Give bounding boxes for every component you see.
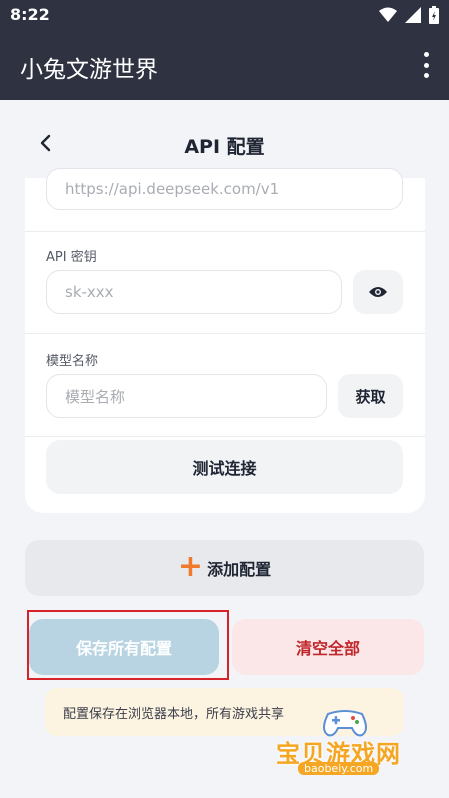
battery-icon bbox=[429, 6, 439, 24]
divider bbox=[25, 333, 425, 334]
watermark: 宝贝游戏网 baobeiy.com bbox=[272, 708, 422, 790]
page-header: API 配置 bbox=[0, 100, 449, 178]
api-key-input[interactable]: sk-xxx bbox=[46, 270, 342, 314]
model-label: 模型名称 bbox=[46, 354, 99, 369]
save-label: 保存所有配置 bbox=[75, 639, 172, 658]
eye-icon bbox=[369, 287, 387, 297]
base-url-input[interactable]: https://api.deepseek.com/v1 bbox=[46, 168, 403, 210]
test-label: 测试连接 bbox=[192, 459, 257, 478]
signal-icon bbox=[405, 7, 421, 23]
status-time: 8:22 bbox=[10, 5, 50, 24]
notice-text: 配置保存在浏览器本地，所有游戏共享 bbox=[63, 706, 285, 722]
app-bar: 小兔文游世界 bbox=[0, 30, 449, 100]
add-label: 添加配置 bbox=[207, 560, 272, 579]
page-title: API 配置 bbox=[184, 136, 265, 158]
api-key-label: API 密钥 bbox=[46, 250, 97, 265]
test-connection-button[interactable]: 测试连接 bbox=[46, 440, 403, 494]
wifi-icon bbox=[379, 7, 397, 22]
more-options-icon[interactable] bbox=[421, 52, 431, 78]
save-all-button[interactable]: 保存所有配置 bbox=[29, 619, 219, 675]
model-placeholder: 模型名称 bbox=[65, 387, 126, 406]
plus-icon: + bbox=[177, 548, 204, 584]
fetch-models-button[interactable]: 获取 bbox=[338, 374, 403, 418]
clear-label: 清空全部 bbox=[295, 639, 360, 658]
toggle-visibility-button[interactable] bbox=[353, 270, 403, 314]
clear-all-button[interactable]: 清空全部 bbox=[232, 619, 424, 675]
config-card: https://api.deepseek.com/v1 API 密钥 sk-xx… bbox=[25, 168, 425, 513]
divider bbox=[25, 231, 425, 232]
status-bar: 8:22 bbox=[0, 0, 449, 30]
fetch-label: 获取 bbox=[355, 387, 386, 406]
base-url-placeholder: https://api.deepseek.com/v1 bbox=[65, 180, 280, 198]
divider bbox=[25, 436, 425, 437]
add-config-button[interactable]: + 添加配置 bbox=[25, 540, 424, 596]
app-title: 小兔文游世界 bbox=[20, 57, 158, 83]
watermark-url: baobeiy.com bbox=[298, 762, 380, 775]
model-input[interactable]: 模型名称 bbox=[46, 374, 327, 418]
api-key-placeholder: sk-xxx bbox=[65, 283, 114, 301]
system-icons bbox=[379, 6, 439, 24]
